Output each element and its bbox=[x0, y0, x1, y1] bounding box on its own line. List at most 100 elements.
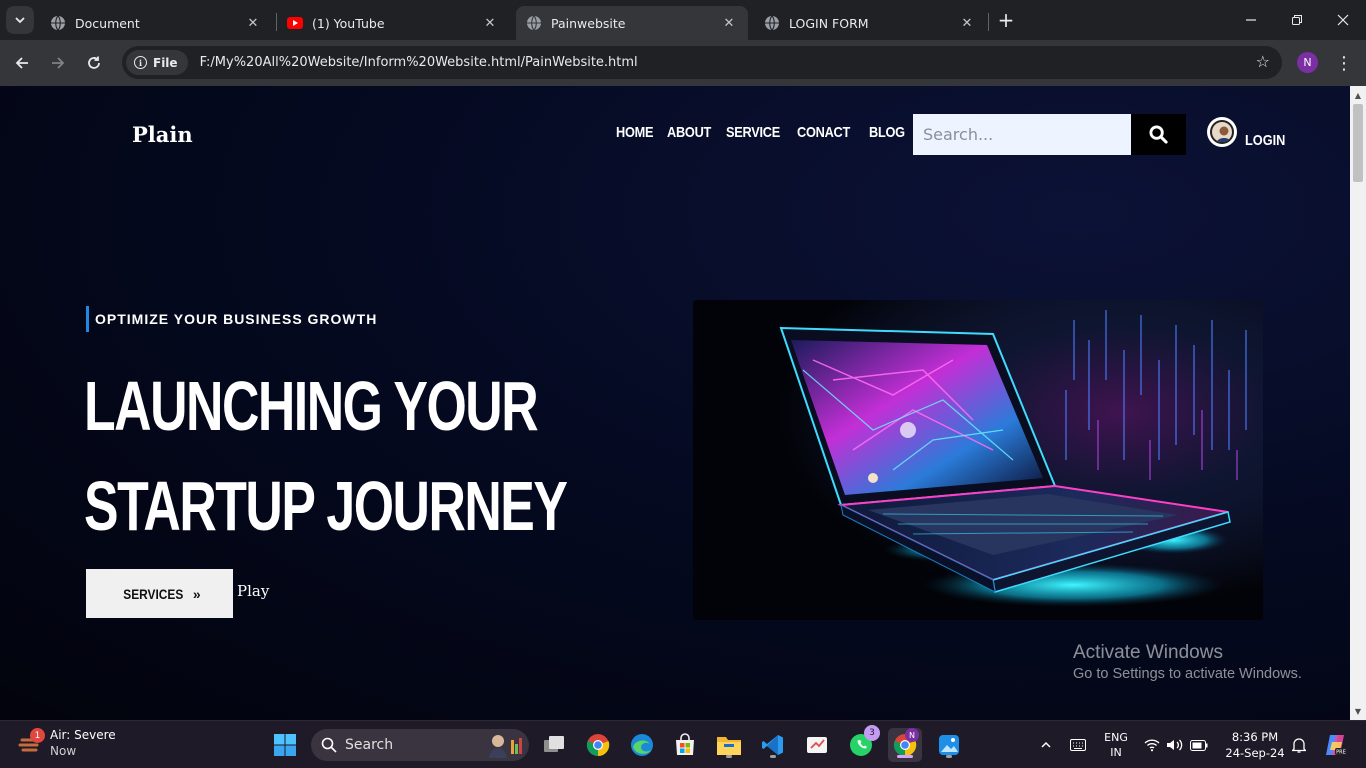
url-text[interactable]: F:/My%20All%20Website/Inform%20Website.h… bbox=[200, 55, 638, 70]
close-window-button[interactable] bbox=[1320, 0, 1366, 40]
restore-button[interactable] bbox=[1274, 0, 1320, 40]
hero-laptop-image bbox=[693, 300, 1263, 620]
search-highlight-icon bbox=[485, 732, 525, 758]
globe-icon bbox=[526, 15, 542, 31]
plus-icon: + bbox=[997, 8, 1015, 32]
microsoft-store-icon bbox=[676, 733, 694, 755]
windows-taskbar: 1 Air: Severe Now Search 3 N ENG IN 8:36… bbox=[0, 720, 1366, 768]
whiteboard-icon bbox=[807, 737, 827, 753]
scrollbar-thumb[interactable] bbox=[1353, 104, 1363, 182]
scroll-up-icon[interactable]: ▲ bbox=[1350, 88, 1366, 102]
weather-widget[interactable]: 1 Air: Severe Now bbox=[18, 727, 116, 759]
tab-youtube[interactable]: (1) YouTube ✕ bbox=[277, 6, 509, 40]
task-view-icon bbox=[544, 736, 564, 752]
wifi-icon bbox=[1144, 739, 1160, 752]
chevron-up-icon bbox=[1041, 741, 1051, 748]
minimize-button[interactable] bbox=[1228, 0, 1274, 40]
security-chip-label: File bbox=[153, 55, 178, 70]
nav-about[interactable]: ABOUT bbox=[667, 124, 711, 141]
youtube-icon bbox=[287, 15, 303, 31]
tab-separator bbox=[988, 13, 989, 31]
quick-settings-button[interactable] bbox=[1142, 721, 1210, 768]
profile-avatar[interactable]: N bbox=[1297, 52, 1318, 73]
web-page: Plain HOME ABOUT SERVICE CONACT BLOG LOG… bbox=[0, 86, 1350, 720]
back-button[interactable] bbox=[7, 48, 37, 78]
services-button[interactable]: SERVICES » bbox=[86, 569, 233, 618]
store-taskbar-icon[interactable] bbox=[668, 728, 702, 762]
close-icon[interactable]: ✕ bbox=[244, 14, 262, 32]
page-scrollbar[interactable]: ▲ ▼ bbox=[1350, 86, 1366, 720]
scroll-down-icon[interactable]: ▼ bbox=[1350, 704, 1366, 718]
edge-taskbar-icon[interactable] bbox=[625, 728, 659, 762]
whatsapp-badge: 3 bbox=[864, 725, 880, 741]
taskbar-search-box[interactable]: Search bbox=[311, 729, 529, 761]
globe-icon bbox=[764, 15, 780, 31]
nav-contact[interactable]: CONACT bbox=[797, 124, 850, 141]
clock-time: 8:36 PM bbox=[1231, 730, 1279, 744]
copilot-icon: PRE bbox=[1326, 735, 1347, 756]
nav-service[interactable]: SERVICE bbox=[726, 124, 780, 141]
tab-search-button[interactable] bbox=[6, 6, 34, 34]
touch-keyboard-button[interactable] bbox=[1066, 721, 1090, 768]
nav-blog[interactable]: BLOG bbox=[869, 124, 905, 141]
nav-home[interactable]: HOME bbox=[616, 124, 653, 141]
keyboard-icon bbox=[1070, 739, 1086, 751]
main-nav: HOME ABOUT SERVICE CONACT BLOG bbox=[616, 124, 911, 141]
tab-painwebsite[interactable]: Painwebsite ✕ bbox=[516, 6, 748, 40]
reload-button[interactable] bbox=[79, 48, 109, 78]
play-link[interactable]: Play bbox=[237, 582, 269, 600]
clock[interactable]: 8:36 PM 24-Sep-24 bbox=[1222, 721, 1288, 768]
whatsapp-taskbar-icon[interactable]: 3 bbox=[844, 725, 880, 762]
watermark-subtitle: Go to Settings to activate Windows. bbox=[1073, 666, 1302, 682]
tab-document[interactable]: Document ✕ bbox=[40, 6, 272, 40]
restore-icon bbox=[1292, 15, 1302, 25]
whiteboard-taskbar-icon[interactable] bbox=[800, 728, 834, 762]
new-tab-button[interactable]: + bbox=[994, 8, 1018, 32]
hero-headline: LAUNCHING YOUR STARTUP JOURNEY bbox=[84, 356, 568, 556]
air-quality-icon: 1 bbox=[18, 728, 45, 756]
login-link[interactable]: LOGIN bbox=[1245, 132, 1285, 149]
close-icon[interactable]: ✕ bbox=[958, 14, 976, 32]
search-icon bbox=[321, 737, 337, 753]
bell-icon bbox=[1292, 738, 1306, 753]
browser-tab-strip: Document ✕ (1) YouTube ✕ Painwebsite ✕ L… bbox=[0, 0, 1366, 40]
clock-date: 24-Sep-24 bbox=[1225, 746, 1285, 760]
arrow-left-icon bbox=[15, 57, 28, 69]
bookmark-star-icon[interactable]: ☆ bbox=[1256, 52, 1270, 71]
vscode-icon bbox=[762, 735, 783, 755]
search-button[interactable] bbox=[1131, 114, 1186, 155]
notifications-button[interactable] bbox=[1288, 721, 1310, 768]
site-info-chip[interactable]: i File bbox=[126, 50, 188, 75]
start-button[interactable] bbox=[268, 728, 302, 762]
vscode-taskbar-icon[interactable] bbox=[756, 728, 790, 762]
double-chevron-right-icon: » bbox=[192, 585, 201, 602]
language-line-2: IN bbox=[1110, 746, 1122, 759]
photos-taskbar-icon[interactable] bbox=[932, 728, 966, 762]
show-hidden-icons-button[interactable] bbox=[1034, 721, 1058, 768]
copilot-button[interactable]: PRE bbox=[1318, 721, 1352, 768]
user-avatar-icon[interactable] bbox=[1207, 117, 1237, 147]
edge-icon bbox=[631, 734, 653, 756]
search-input[interactable] bbox=[913, 114, 1131, 155]
minimize-icon bbox=[1246, 19, 1256, 21]
services-button-label: SERVICES bbox=[123, 585, 184, 602]
tab-title: Painwebsite bbox=[551, 15, 626, 31]
close-icon[interactable]: ✕ bbox=[481, 14, 499, 32]
globe-icon bbox=[50, 15, 66, 31]
tab-login-form[interactable]: LOGIN FORM ✕ bbox=[754, 6, 986, 40]
address-bar[interactable]: i File F:/My%20All%20Website/Inform%20We… bbox=[122, 46, 1282, 79]
chrome-taskbar-icon[interactable] bbox=[581, 728, 615, 762]
chrome-active-taskbar-icon[interactable]: N bbox=[888, 728, 922, 762]
brand-logo[interactable]: Plain bbox=[132, 122, 193, 147]
language-indicator[interactable]: ENG IN bbox=[1098, 721, 1134, 768]
running-indicator bbox=[770, 755, 776, 758]
running-indicator bbox=[726, 755, 732, 758]
browser-menu-icon[interactable]: ⋮ bbox=[1334, 48, 1354, 78]
reload-icon bbox=[88, 56, 100, 69]
file-explorer-taskbar-icon[interactable] bbox=[712, 728, 746, 762]
forward-button[interactable] bbox=[43, 48, 73, 78]
chrome-profile-badge: N bbox=[905, 728, 919, 742]
task-view-button[interactable] bbox=[537, 728, 571, 762]
photos-icon bbox=[939, 735, 959, 755]
close-icon[interactable]: ✕ bbox=[720, 14, 738, 32]
